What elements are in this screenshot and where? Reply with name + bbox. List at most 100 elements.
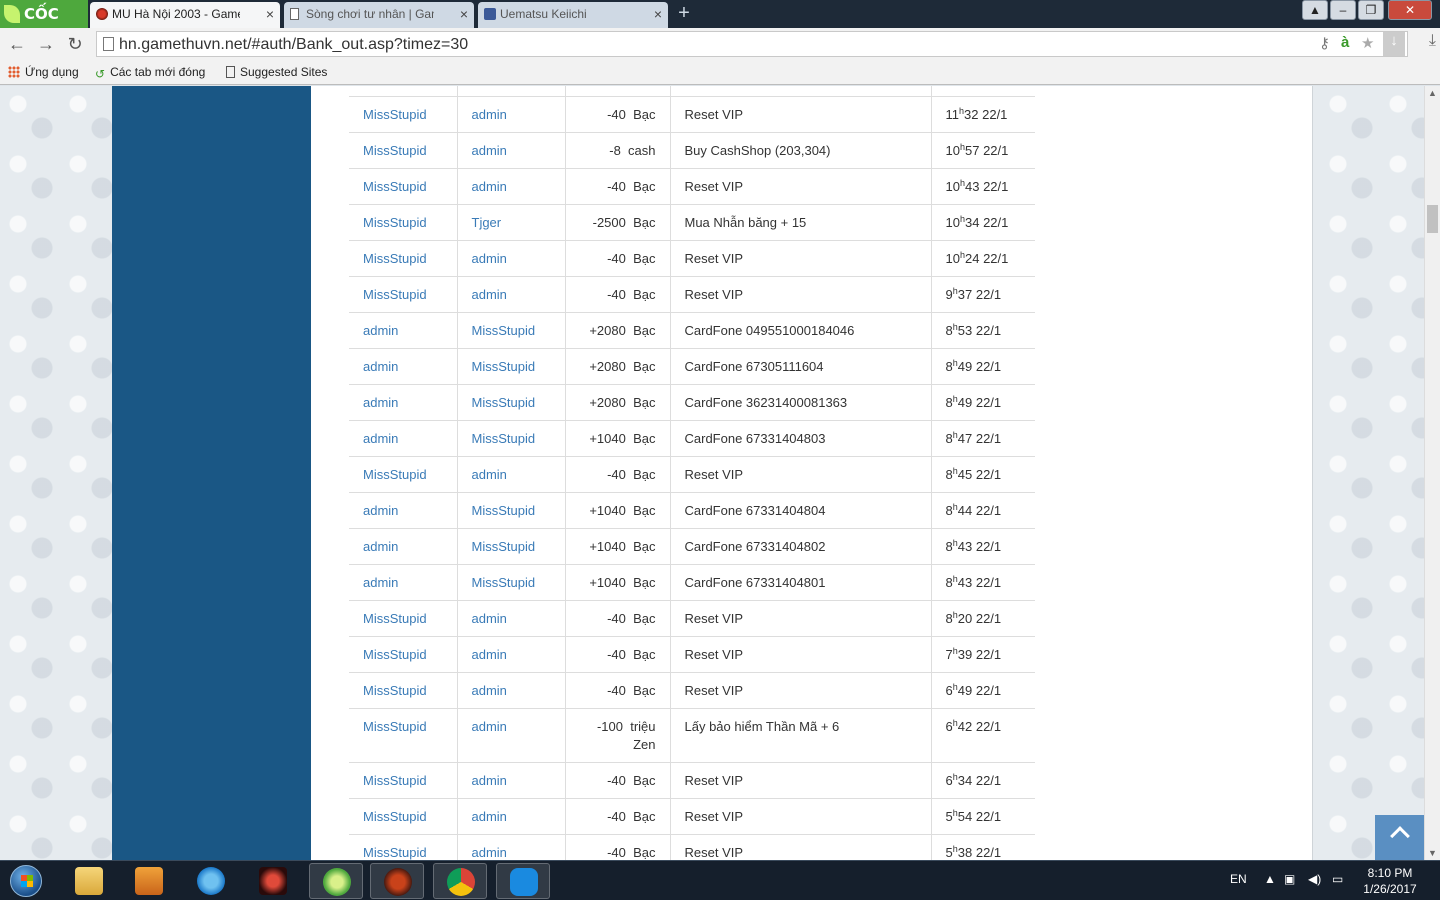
receiver-link[interactable]: admin — [472, 179, 507, 194]
sender-link[interactable]: admin — [363, 539, 398, 554]
scroll-up-arrow-icon[interactable]: ▲ — [1428, 88, 1437, 98]
receiver-link[interactable]: admin — [472, 647, 507, 662]
receiver-link[interactable]: admin — [472, 611, 507, 626]
close-icon[interactable]: × — [460, 2, 468, 26]
sender-link[interactable]: MissStupid — [363, 773, 427, 788]
time-date: 22/1 — [975, 287, 1002, 302]
sender-link[interactable]: admin — [363, 323, 398, 338]
receiver-link[interactable]: MissStupid — [472, 359, 536, 374]
sender-link[interactable]: MissStupid — [363, 143, 427, 158]
receiver-link[interactable]: MissStupid — [472, 575, 536, 590]
time-hour: 10 — [945, 251, 960, 266]
taskbar-file-explorer[interactable] — [62, 863, 116, 899]
tab-uematsu[interactable]: Uematsu Keiichi × — [478, 2, 668, 28]
user-menu-button[interactable]: ▲ — [1302, 0, 1328, 20]
receiver-link[interactable]: MissStupid — [472, 539, 536, 554]
taskbar-media-player[interactable] — [122, 863, 176, 899]
sender-link[interactable]: MissStupid — [363, 287, 427, 302]
receiver-link[interactable]: admin — [472, 143, 507, 158]
vietnamese-input-icon[interactable]: à — [1341, 34, 1349, 51]
receiver-link[interactable]: admin — [472, 845, 507, 860]
sender-link[interactable]: MissStupid — [363, 611, 427, 626]
scrollbar-thumb[interactable] — [1427, 205, 1438, 233]
download-icon[interactable]: ⤓ — [1429, 32, 1436, 50]
scroll-to-top-button[interactable] — [1375, 815, 1424, 860]
reload-button[interactable]: ↻ — [63, 32, 87, 56]
minimize-button[interactable]: – — [1330, 0, 1356, 20]
receiver-link[interactable]: admin — [472, 467, 507, 482]
restore-button[interactable]: ❐ — [1358, 0, 1384, 20]
amount-cell: -40 Bạc — [565, 834, 671, 860]
time-hour: 10 — [945, 143, 960, 158]
new-tab-button[interactable]: + — [674, 3, 694, 25]
close-icon[interactable]: × — [266, 2, 274, 26]
amount-value: +2080 — [589, 359, 626, 374]
time-minute: 43 — [964, 179, 980, 194]
volume-icon[interactable]: ◀) — [1308, 872, 1321, 886]
close-icon[interactable]: × — [654, 2, 662, 26]
sender-link[interactable]: MissStupid — [363, 215, 427, 230]
receiver-link[interactable]: admin — [472, 719, 507, 734]
show-hidden-icons-icon[interactable]: ▲ — [1264, 872, 1276, 886]
browser-logo[interactable]: CỐC CỐC — [0, 0, 88, 51]
sender-link[interactable]: admin — [363, 395, 398, 410]
description-cell: Mua Nhẫn băng + 15 — [670, 204, 932, 241]
sender-link[interactable]: MissStupid — [363, 845, 427, 860]
bookmark-apps[interactable]: Ứng dụng — [8, 65, 79, 79]
receiver-link[interactable]: admin — [472, 809, 507, 824]
star-icon[interactable]: ★ — [1361, 34, 1374, 52]
start-button[interactable] — [4, 863, 48, 899]
close-window-button[interactable]: ✕ — [1388, 0, 1432, 20]
bookmark-recent-tabs[interactable]: ↺ Các tab mới đóng — [95, 65, 205, 81]
download-savior-icon[interactable]: ↓ — [1383, 32, 1405, 56]
time-minute: 43 — [957, 575, 973, 590]
receiver-link[interactable]: MissStupid — [472, 431, 536, 446]
receiver-link[interactable]: Tjger — [472, 215, 502, 230]
receiver-link[interactable]: admin — [472, 107, 507, 122]
time-date: 22/1 — [982, 107, 1008, 122]
taskbar-zalo[interactable] — [496, 863, 550, 899]
system-clock[interactable]: 8:10 PM 1/26/2017 — [1352, 865, 1428, 897]
network-error-icon[interactable]: ▣ — [1284, 872, 1295, 886]
receiver-link[interactable]: admin — [472, 287, 507, 302]
sender-link[interactable]: MissStupid — [363, 683, 427, 698]
sender-link[interactable]: MissStupid — [363, 107, 427, 122]
sender-link[interactable]: MissStupid — [363, 647, 427, 662]
page-scrollbar[interactable]: ▲ ▼ — [1424, 86, 1440, 860]
sender-link[interactable]: MissStupid — [363, 467, 427, 482]
sender-link[interactable]: MissStupid — [363, 179, 427, 194]
tab-song-choi[interactable]: Sòng chơi tư nhân | Game × — [284, 2, 474, 28]
back-button[interactable]: ← — [5, 32, 29, 56]
bookmark-suggested-sites[interactable]: Suggested Sites — [226, 65, 327, 79]
sender-link[interactable]: admin — [363, 431, 398, 446]
receiver-link[interactable]: MissStupid — [472, 503, 536, 518]
sender-link[interactable]: MissStupid — [363, 251, 427, 266]
taskbar-internet-explorer[interactable] — [184, 863, 238, 899]
sender-link[interactable]: admin — [363, 503, 398, 518]
amount-cell: -40 Bạc — [565, 86, 671, 97]
description-cell: Buy CashShop (203,304) — [670, 132, 932, 169]
receiver-link[interactable]: admin — [472, 683, 507, 698]
content-panel: MissStupidadmin-40 BạcReset VIP11h48 22/… — [311, 86, 1313, 860]
taskbar-coccoc[interactable] — [309, 863, 363, 899]
language-indicator[interactable]: EN — [1230, 872, 1247, 886]
key-icon[interactable]: ⚷ — [1319, 34, 1330, 52]
amount-cell: +2080 Bạc — [565, 384, 671, 421]
forward-button[interactable]: → — [34, 32, 58, 56]
sender-link[interactable]: MissStupid — [363, 809, 427, 824]
taskbar-chrome[interactable] — [433, 863, 487, 899]
sender-link[interactable]: MissStupid — [363, 719, 427, 734]
receiver-link[interactable]: MissStupid — [472, 395, 536, 410]
receiver-link[interactable]: MissStupid — [472, 323, 536, 338]
taskbar-mu-game[interactable] — [246, 863, 300, 899]
receiver-link[interactable]: admin — [472, 251, 507, 266]
mu-game-icon — [259, 867, 287, 895]
address-bar[interactable]: hn.gamethuvn.net/#auth/Bank_out.asp?time… — [96, 31, 1408, 57]
tab-mu-hanoi[interactable]: MU Hà Nội 2003 - Gameth × — [90, 2, 280, 28]
sender-link[interactable]: admin — [363, 359, 398, 374]
sender-link[interactable]: admin — [363, 575, 398, 590]
taskbar-mu-game-2[interactable] — [370, 863, 424, 899]
scroll-down-arrow-icon[interactable]: ▼ — [1428, 848, 1437, 858]
action-center-icon[interactable]: ▭ — [1332, 872, 1343, 886]
receiver-link[interactable]: admin — [472, 773, 507, 788]
